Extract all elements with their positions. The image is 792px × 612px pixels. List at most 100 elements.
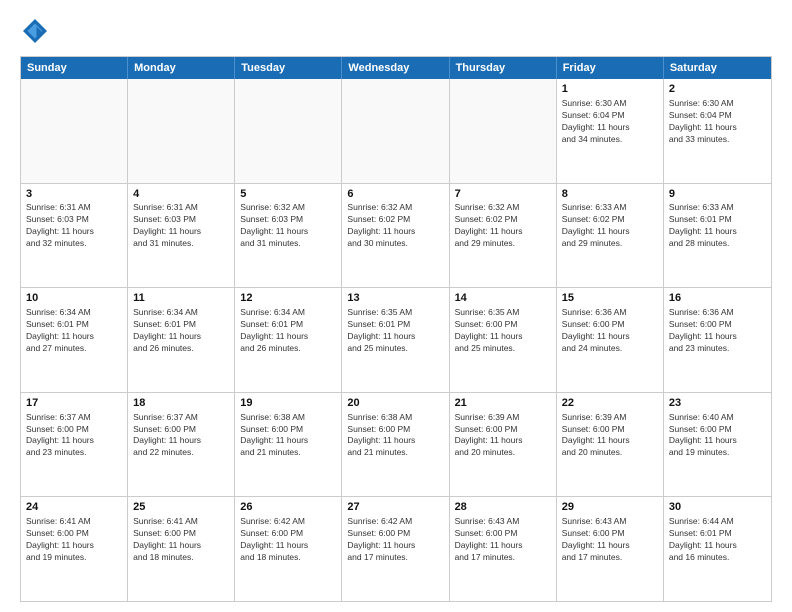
day-number: 21 (455, 396, 551, 411)
day-cell-10: 10Sunrise: 6:34 AM Sunset: 6:01 PM Dayli… (21, 288, 128, 392)
day-number: 18 (133, 396, 229, 411)
day-cell-16: 16Sunrise: 6:36 AM Sunset: 6:00 PM Dayli… (664, 288, 771, 392)
calendar-body: 1Sunrise: 6:30 AM Sunset: 6:04 PM Daylig… (21, 79, 771, 601)
weekday-saturday: Saturday (664, 57, 771, 79)
day-cell-25: 25Sunrise: 6:41 AM Sunset: 6:00 PM Dayli… (128, 497, 235, 601)
day-cell-3: 3Sunrise: 6:31 AM Sunset: 6:03 PM Daylig… (21, 184, 128, 288)
day-info: Sunrise: 6:44 AM Sunset: 6:01 PM Dayligh… (669, 516, 766, 564)
logo (20, 16, 54, 46)
day-cell-5: 5Sunrise: 6:32 AM Sunset: 6:03 PM Daylig… (235, 184, 342, 288)
weekday-wednesday: Wednesday (342, 57, 449, 79)
day-info: Sunrise: 6:41 AM Sunset: 6:00 PM Dayligh… (26, 516, 122, 564)
day-info: Sunrise: 6:35 AM Sunset: 6:01 PM Dayligh… (347, 307, 443, 355)
weekday-monday: Monday (128, 57, 235, 79)
day-info: Sunrise: 6:39 AM Sunset: 6:00 PM Dayligh… (455, 412, 551, 460)
day-cell-6: 6Sunrise: 6:32 AM Sunset: 6:02 PM Daylig… (342, 184, 449, 288)
day-cell-2: 2Sunrise: 6:30 AM Sunset: 6:04 PM Daylig… (664, 79, 771, 183)
day-info: Sunrise: 6:32 AM Sunset: 6:02 PM Dayligh… (455, 202, 551, 250)
day-cell-21: 21Sunrise: 6:39 AM Sunset: 6:00 PM Dayli… (450, 393, 557, 497)
day-cell-9: 9Sunrise: 6:33 AM Sunset: 6:01 PM Daylig… (664, 184, 771, 288)
day-info: Sunrise: 6:37 AM Sunset: 6:00 PM Dayligh… (133, 412, 229, 460)
day-cell-30: 30Sunrise: 6:44 AM Sunset: 6:01 PM Dayli… (664, 497, 771, 601)
day-info: Sunrise: 6:30 AM Sunset: 6:04 PM Dayligh… (562, 98, 658, 146)
day-info: Sunrise: 6:40 AM Sunset: 6:00 PM Dayligh… (669, 412, 766, 460)
calendar-row-3: 10Sunrise: 6:34 AM Sunset: 6:01 PM Dayli… (21, 288, 771, 393)
day-number: 7 (455, 187, 551, 202)
day-cell-27: 27Sunrise: 6:42 AM Sunset: 6:00 PM Dayli… (342, 497, 449, 601)
day-number: 6 (347, 187, 443, 202)
day-info: Sunrise: 6:42 AM Sunset: 6:00 PM Dayligh… (240, 516, 336, 564)
calendar-header: Sunday Monday Tuesday Wednesday Thursday… (21, 57, 771, 79)
day-cell-1: 1Sunrise: 6:30 AM Sunset: 6:04 PM Daylig… (557, 79, 664, 183)
day-info: Sunrise: 6:31 AM Sunset: 6:03 PM Dayligh… (26, 202, 122, 250)
day-number: 28 (455, 500, 551, 515)
day-info: Sunrise: 6:41 AM Sunset: 6:00 PM Dayligh… (133, 516, 229, 564)
day-info: Sunrise: 6:38 AM Sunset: 6:00 PM Dayligh… (347, 412, 443, 460)
day-cell-15: 15Sunrise: 6:36 AM Sunset: 6:00 PM Dayli… (557, 288, 664, 392)
day-number: 10 (26, 291, 122, 306)
logo-icon (20, 16, 50, 46)
empty-cell (128, 79, 235, 183)
day-cell-24: 24Sunrise: 6:41 AM Sunset: 6:00 PM Dayli… (21, 497, 128, 601)
day-cell-11: 11Sunrise: 6:34 AM Sunset: 6:01 PM Dayli… (128, 288, 235, 392)
weekday-friday: Friday (557, 57, 664, 79)
day-info: Sunrise: 6:42 AM Sunset: 6:00 PM Dayligh… (347, 516, 443, 564)
calendar-row-1: 1Sunrise: 6:30 AM Sunset: 6:04 PM Daylig… (21, 79, 771, 184)
empty-cell (342, 79, 449, 183)
day-number: 26 (240, 500, 336, 515)
day-cell-19: 19Sunrise: 6:38 AM Sunset: 6:00 PM Dayli… (235, 393, 342, 497)
day-info: Sunrise: 6:31 AM Sunset: 6:03 PM Dayligh… (133, 202, 229, 250)
day-number: 14 (455, 291, 551, 306)
calendar-row-2: 3Sunrise: 6:31 AM Sunset: 6:03 PM Daylig… (21, 184, 771, 289)
day-number: 3 (26, 187, 122, 202)
empty-cell (450, 79, 557, 183)
day-number: 9 (669, 187, 766, 202)
day-number: 11 (133, 291, 229, 306)
day-info: Sunrise: 6:37 AM Sunset: 6:00 PM Dayligh… (26, 412, 122, 460)
calendar-row-4: 17Sunrise: 6:37 AM Sunset: 6:00 PM Dayli… (21, 393, 771, 498)
day-cell-17: 17Sunrise: 6:37 AM Sunset: 6:00 PM Dayli… (21, 393, 128, 497)
day-info: Sunrise: 6:36 AM Sunset: 6:00 PM Dayligh… (562, 307, 658, 355)
day-info: Sunrise: 6:32 AM Sunset: 6:02 PM Dayligh… (347, 202, 443, 250)
day-number: 27 (347, 500, 443, 515)
day-number: 17 (26, 396, 122, 411)
empty-cell (235, 79, 342, 183)
day-cell-8: 8Sunrise: 6:33 AM Sunset: 6:02 PM Daylig… (557, 184, 664, 288)
day-number: 23 (669, 396, 766, 411)
day-info: Sunrise: 6:43 AM Sunset: 6:00 PM Dayligh… (562, 516, 658, 564)
day-number: 20 (347, 396, 443, 411)
page: Sunday Monday Tuesday Wednesday Thursday… (0, 0, 792, 612)
day-cell-20: 20Sunrise: 6:38 AM Sunset: 6:00 PM Dayli… (342, 393, 449, 497)
day-number: 24 (26, 500, 122, 515)
day-number: 13 (347, 291, 443, 306)
weekday-tuesday: Tuesday (235, 57, 342, 79)
day-number: 5 (240, 187, 336, 202)
day-number: 12 (240, 291, 336, 306)
day-info: Sunrise: 6:33 AM Sunset: 6:02 PM Dayligh… (562, 202, 658, 250)
day-number: 22 (562, 396, 658, 411)
day-number: 2 (669, 82, 766, 97)
day-number: 29 (562, 500, 658, 515)
day-cell-28: 28Sunrise: 6:43 AM Sunset: 6:00 PM Dayli… (450, 497, 557, 601)
empty-cell (21, 79, 128, 183)
day-info: Sunrise: 6:39 AM Sunset: 6:00 PM Dayligh… (562, 412, 658, 460)
day-number: 16 (669, 291, 766, 306)
day-info: Sunrise: 6:36 AM Sunset: 6:00 PM Dayligh… (669, 307, 766, 355)
weekday-sunday: Sunday (21, 57, 128, 79)
day-number: 19 (240, 396, 336, 411)
day-cell-22: 22Sunrise: 6:39 AM Sunset: 6:00 PM Dayli… (557, 393, 664, 497)
day-cell-12: 12Sunrise: 6:34 AM Sunset: 6:01 PM Dayli… (235, 288, 342, 392)
day-info: Sunrise: 6:34 AM Sunset: 6:01 PM Dayligh… (133, 307, 229, 355)
day-info: Sunrise: 6:35 AM Sunset: 6:00 PM Dayligh… (455, 307, 551, 355)
day-info: Sunrise: 6:33 AM Sunset: 6:01 PM Dayligh… (669, 202, 766, 250)
day-cell-14: 14Sunrise: 6:35 AM Sunset: 6:00 PM Dayli… (450, 288, 557, 392)
weekday-thursday: Thursday (450, 57, 557, 79)
day-number: 4 (133, 187, 229, 202)
day-info: Sunrise: 6:32 AM Sunset: 6:03 PM Dayligh… (240, 202, 336, 250)
day-info: Sunrise: 6:43 AM Sunset: 6:00 PM Dayligh… (455, 516, 551, 564)
calendar: Sunday Monday Tuesday Wednesday Thursday… (20, 56, 772, 602)
day-number: 30 (669, 500, 766, 515)
day-info: Sunrise: 6:34 AM Sunset: 6:01 PM Dayligh… (26, 307, 122, 355)
day-info: Sunrise: 6:38 AM Sunset: 6:00 PM Dayligh… (240, 412, 336, 460)
day-info: Sunrise: 6:30 AM Sunset: 6:04 PM Dayligh… (669, 98, 766, 146)
